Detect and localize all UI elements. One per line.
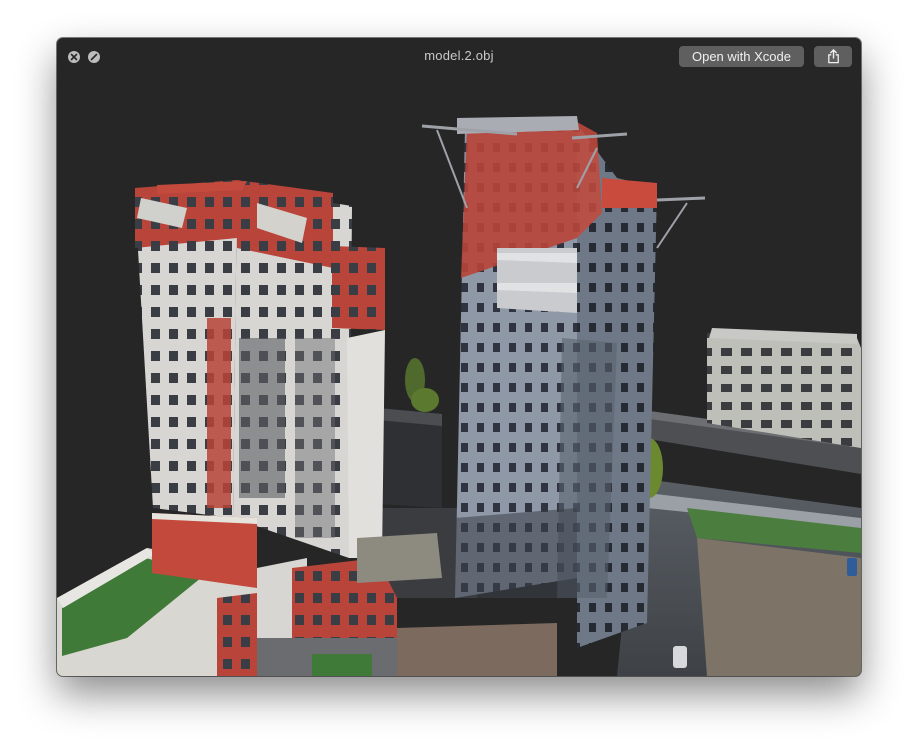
share-icon — [827, 49, 839, 64]
left-tower — [135, 180, 385, 558]
low-building-front — [397, 623, 557, 676]
quicklook-window: model.2.obj Open with Xcode — [57, 38, 861, 676]
open-with-xcode-button[interactable]: Open with Xcode — [679, 46, 804, 67]
close-icon[interactable] — [68, 51, 80, 63]
tree — [411, 388, 439, 412]
fullscreen-icon[interactable] — [88, 51, 100, 63]
low-roof — [357, 533, 442, 583]
share-button[interactable] — [814, 46, 852, 67]
car — [847, 558, 857, 576]
model-viewport[interactable] — [57, 38, 861, 676]
construction-site — [697, 538, 861, 676]
title-bar: model.2.obj Open with Xcode — [57, 38, 861, 76]
plaza-green — [312, 654, 372, 676]
car — [673, 646, 687, 668]
